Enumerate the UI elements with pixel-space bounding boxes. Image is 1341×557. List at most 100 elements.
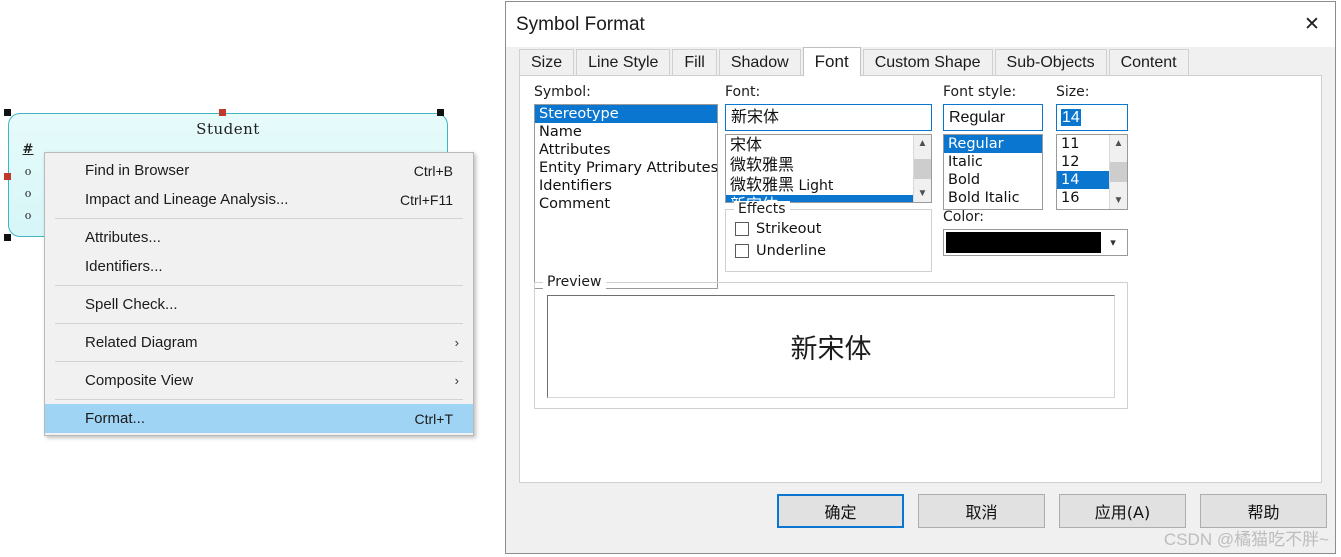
cancel-button[interactable]: 取消 [918,494,1045,528]
symbol-format-dialog: Symbol Format ✕ Size Line Style Fill Sha… [505,1,1336,554]
chevron-down-icon[interactable]: ▾ [1101,236,1125,249]
strikeout-checkbox-row[interactable]: Strikeout [735,218,931,240]
tab-shadow[interactable]: Shadow [719,49,801,75]
preview-group: Preview 新宋体 [534,282,1128,409]
menu-separator [55,218,463,219]
font-listbox-wrapper: 宋体 微软雅黑 微软雅黑 Light 新宋体 ▲ ▼ [725,134,932,203]
preview-text: 新宋体 [791,327,872,366]
font-style-option-italic[interactable]: Italic [944,153,1042,171]
menu-item-composite-view[interactable]: Composite View › [45,366,473,395]
underline-checkbox-row[interactable]: Underline [735,240,931,262]
resize-handle-bottom-left[interactable] [4,234,11,241]
menu-item-label: Find in Browser [85,162,414,179]
font-style-input[interactable]: Regular [943,104,1043,131]
menu-item-label: Format... [85,410,415,427]
font-option-suffix: Light [794,178,833,194]
font-option-songti[interactable]: 宋体 [726,135,931,155]
tab-line-style[interactable]: Line Style [576,49,670,75]
resize-handle-top-left[interactable] [4,109,11,116]
attribute-optional-marker: o [19,165,37,178]
dialog-button-bar: 确定 取消 应用(A) 帮助 [506,483,1335,553]
font-option-microsoft-yahei[interactable]: 微软雅黑 [726,155,931,175]
symbol-label: Symbol: [534,84,718,100]
menu-item-label: Composite View [85,372,463,389]
tab-bar: Size Line Style Fill Shadow Font Custom … [506,47,1335,75]
scroll-up-arrow-icon[interactable]: ▲ [1110,135,1127,152]
symbol-option-attributes[interactable]: Attributes [535,141,717,159]
ok-button[interactable]: 确定 [777,494,904,528]
strikeout-label: Strikeout [756,221,821,237]
menu-item-identifiers[interactable]: Identifiers... [45,252,473,281]
tab-font[interactable]: Font [803,47,861,76]
resize-handle-top-right[interactable] [437,109,444,116]
resize-handle-middle-left[interactable] [4,173,11,180]
help-button[interactable]: 帮助 [1200,494,1327,528]
effects-group: Effects Strikeout Underline [725,209,932,272]
font-style-option-bold[interactable]: Bold [944,171,1042,189]
context-menu[interactable]: Find in Browser Ctrl+B Impact and Lineag… [44,152,474,436]
tab-fill[interactable]: Fill [672,49,716,75]
font-label: Font: [725,84,932,100]
color-swatch [946,232,1101,253]
color-combobox[interactable]: ▾ [943,229,1128,256]
entity-title: Student [9,120,447,138]
symbol-option-name[interactable]: Name [535,123,717,141]
scroll-down-arrow-icon[interactable]: ▼ [914,185,931,202]
tab-size[interactable]: Size [519,49,574,75]
symbol-option-entity-primary-attributes[interactable]: Entity Primary Attributes [535,159,717,177]
tab-sub-objects[interactable]: Sub-Objects [995,49,1107,75]
tab-content[interactable]: Content [1109,49,1189,75]
symbol-listbox[interactable]: Stereotype Name Attributes Entity Primar… [534,104,718,289]
resize-handle-top-center[interactable] [219,109,226,116]
attribute-optional-marker: o [19,209,37,222]
scrollbar-thumb[interactable] [914,159,931,179]
menu-separator [55,285,463,286]
dialog-titlebar: Symbol Format ✕ [506,2,1335,47]
menu-item-shortcut: Ctrl+T [415,411,464,427]
size-list-scrollbar[interactable]: ▲ ▼ [1109,135,1127,209]
font-style-listbox[interactable]: Regular Italic Bold Bold Italic [943,134,1043,210]
font-list-scrollbar[interactable]: ▲ ▼ [913,135,931,202]
menu-item-impact-and-lineage-analysis[interactable]: Impact and Lineage Analysis... Ctrl+F11 [45,185,473,214]
attribute-key-marker: # [19,142,37,157]
menu-item-find-in-browser[interactable]: Find in Browser Ctrl+B [45,156,473,185]
size-input[interactable]: 14 [1056,104,1128,131]
submenu-chevron-right-icon: › [455,373,459,388]
font-option-microsoft-yahei-light[interactable]: 微软雅黑 Light [726,175,931,195]
font-style-option-regular[interactable]: Regular [944,135,1042,153]
preview-label: Preview [543,274,606,290]
menu-separator [55,361,463,362]
menu-item-label: Identifiers... [85,258,463,275]
close-icon[interactable]: ✕ [1289,3,1335,47]
font-style-section: Font style: Regular Regular Italic Bold … [943,84,1043,210]
font-tab-panel: Symbol: Stereotype Name Attributes Entit… [519,75,1322,483]
symbol-option-identifiers[interactable]: Identifiers [535,177,717,195]
font-section: Font: 新宋体 宋体 微软雅黑 微软雅黑 Light 新宋体 ▲ ▼ [725,84,932,203]
font-listbox[interactable]: 宋体 微软雅黑 微软雅黑 Light 新宋体 [725,134,932,203]
size-listbox-wrapper: 11 12 14 16 ▲ ▼ [1056,134,1128,210]
strikeout-checkbox[interactable] [735,222,749,236]
menu-item-label: Attributes... [85,229,463,246]
font-style-option-bold-italic[interactable]: Bold Italic [944,189,1042,207]
menu-item-related-diagram[interactable]: Related Diagram › [45,328,473,357]
attribute-optional-marker: o [19,187,37,200]
underline-checkbox[interactable] [735,244,749,258]
menu-item-spell-check[interactable]: Spell Check... [45,290,473,319]
submenu-chevron-right-icon: › [455,335,459,350]
scrollbar-thumb[interactable] [1110,162,1127,182]
font-input[interactable]: 新宋体 [725,104,932,131]
symbol-option-stereotype[interactable]: Stereotype [535,105,717,123]
menu-item-shortcut: Ctrl+B [414,163,463,179]
symbol-option-comment[interactable]: Comment [535,195,717,213]
size-section: Size: 14 11 12 14 16 ▲ ▼ [1056,84,1128,210]
color-section: Color: ▾ [943,209,1128,256]
menu-item-format[interactable]: Format... Ctrl+T [45,404,473,433]
menu-item-attributes[interactable]: Attributes... [45,223,473,252]
font-style-label: Font style: [943,84,1043,100]
dialog-title: Symbol Format [516,14,1289,36]
symbol-section: Symbol: Stereotype Name Attributes Entit… [534,84,718,289]
scroll-down-arrow-icon[interactable]: ▼ [1110,192,1127,209]
apply-button[interactable]: 应用(A) [1059,494,1186,528]
tab-custom-shape[interactable]: Custom Shape [863,49,993,75]
scroll-up-arrow-icon[interactable]: ▲ [914,135,931,152]
